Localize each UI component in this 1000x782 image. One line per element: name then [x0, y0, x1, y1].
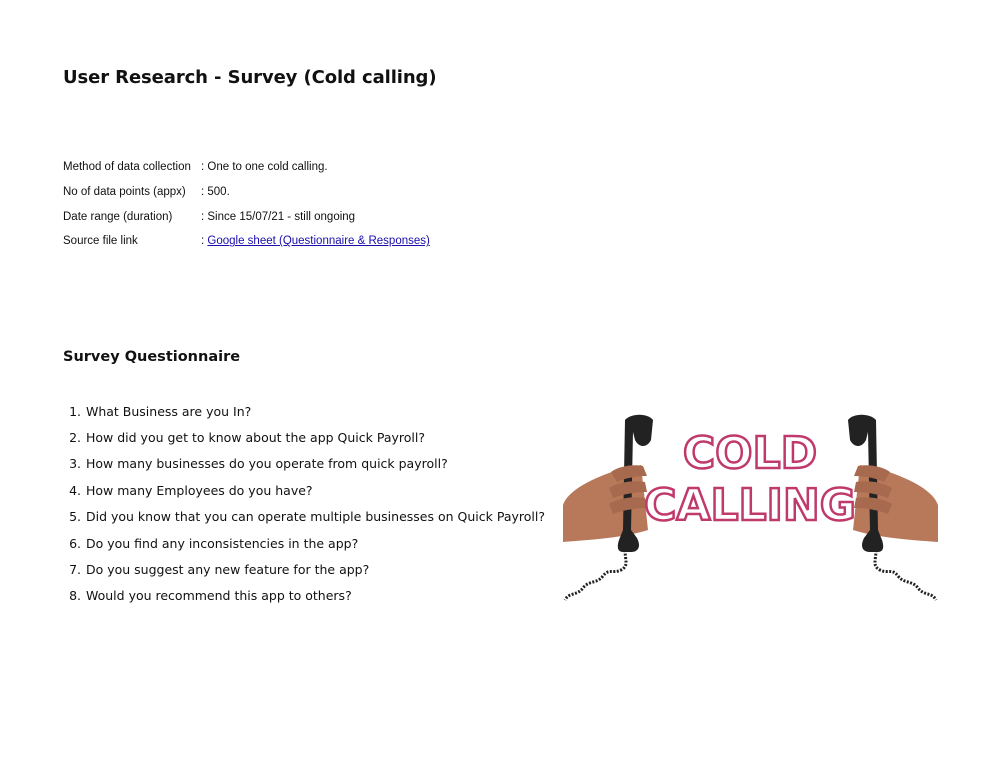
right-fingers-shape	[854, 465, 892, 514]
question-text: How many businesses do you operate from …	[85, 456, 448, 472]
question-number: 3.	[69, 456, 81, 472]
cold-text: COLD	[683, 428, 817, 479]
metadata-table: Method of data collection : One to one c…	[63, 155, 430, 254]
section-title: Survey Questionnaire	[63, 349, 241, 365]
question-text: Would you recommend this app to others?	[85, 588, 352, 604]
list-item: 2. How did you get to know about the app…	[63, 424, 545, 450]
left-cord-shape	[563, 549, 628, 601]
question-number: 7.	[69, 562, 81, 578]
list-item: 6. Do you find any inconsistencies in th…	[63, 530, 545, 556]
source-file-link[interactable]: Google sheet (Questionnaire & Responses)	[207, 235, 429, 247]
meta-row-method: Method of data collection : One to one c…	[63, 155, 430, 180]
question-text: Do you find any inconsistencies in the a…	[85, 535, 359, 551]
question-number: 1.	[69, 403, 81, 419]
question-number: 4.	[69, 482, 81, 498]
meta-label: Date range (duration)	[63, 210, 173, 223]
question-text: Did you know that you can operate multip…	[85, 509, 545, 525]
list-item: 4. How many Employees do you have?	[63, 477, 545, 503]
list-item: 5. Did you know that you can operate mul…	[63, 504, 545, 530]
question-number: 6.	[69, 535, 81, 551]
left-phone-hand-icon	[563, 414, 653, 601]
question-text: What Business are you In?	[85, 403, 252, 419]
meta-label: No of data points (appx)	[63, 186, 186, 199]
question-list: 1. What Business are you In? 2. How did …	[63, 398, 545, 609]
question-number: 5.	[69, 509, 81, 525]
list-item: 3. How many businesses do you operate fr…	[63, 451, 545, 477]
calling-text: CALLING	[644, 480, 856, 531]
cold-calling-illustration: COLD CALLING	[563, 414, 938, 601]
meta-row-data-points: No of data points (appx) : 500.	[63, 180, 430, 205]
meta-value: : Google sheet (Questionnaire & Response…	[201, 235, 430, 247]
right-phone-hand-icon	[848, 414, 938, 601]
meta-value: : One to one cold calling.	[201, 161, 328, 174]
list-item: 7. Do you suggest any new feature for th…	[63, 556, 545, 582]
question-number: 8.	[69, 588, 81, 604]
left-fingers-shape	[609, 465, 647, 514]
question-text: Do you suggest any new feature for the a…	[85, 562, 370, 578]
meta-label: Source file link	[63, 235, 138, 248]
meta-label: Method of data collection	[63, 161, 191, 174]
meta-row-source-file: Source file link : Google sheet (Questio…	[63, 229, 430, 254]
question-text: How many Employees do you have?	[85, 482, 313, 498]
meta-row-date-range: Date range (duration) : Since 15/07/21 -…	[63, 204, 430, 229]
meta-value: : 500.	[201, 186, 230, 199]
meta-value: : Since 15/07/21 - still ongoing	[201, 210, 356, 223]
list-item: 8. Would you recommend this app to other…	[63, 583, 545, 609]
question-number: 2.	[69, 430, 81, 446]
question-text: How did you get to know about the app Qu…	[85, 430, 425, 446]
page-title: User Research - Survey (Cold calling)	[63, 67, 437, 88]
right-cord-shape	[873, 549, 938, 601]
list-item: 1. What Business are you In?	[63, 398, 545, 424]
